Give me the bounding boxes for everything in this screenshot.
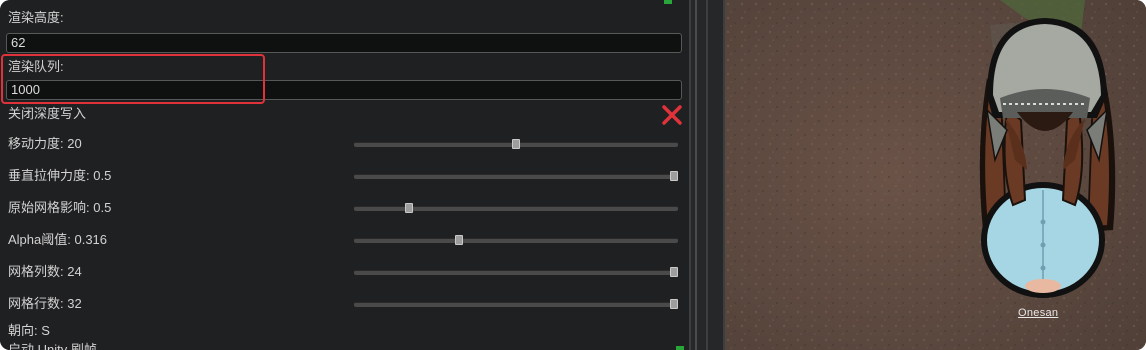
inspector-panel: 渲染高度: 62 渲染队列: 1000 关闭深度写入 移动力度: 20 垂直拉伸… <box>0 0 689 350</box>
grid-columns-label: 网格列数: 24 <box>8 264 82 279</box>
scrollbar-handle[interactable] <box>695 0 697 350</box>
disable-depth-write-label: 关闭深度写入 <box>8 106 87 121</box>
render-height-field[interactable]: 62 <box>6 33 682 53</box>
divider <box>706 0 708 350</box>
move-strength-label: 移动力度: 20 <box>8 136 82 151</box>
slider-thumb[interactable] <box>670 267 678 277</box>
slider-thumb[interactable] <box>512 139 520 149</box>
checkbox-checkmark-icon <box>664 0 672 4</box>
vertical-stretch-slider[interactable] <box>354 171 678 181</box>
slider-track <box>354 174 678 179</box>
vertical-stretch-label: 垂直拉伸力度: 0.5 <box>8 168 112 183</box>
close-x-icon[interactable] <box>661 104 683 126</box>
render-queue-field[interactable]: 1000 <box>6 80 682 100</box>
grid-rows-slider[interactable] <box>354 299 678 309</box>
slider-thumb[interactable] <box>455 235 463 245</box>
grid-columns-slider[interactable] <box>354 267 678 277</box>
slider-thumb[interactable] <box>670 171 678 181</box>
grid-rows-label: 网格行数: 32 <box>8 296 82 311</box>
slider-thumb[interactable] <box>405 203 413 213</box>
cut-off-label: 启动 Unity 刷帧 <box>8 342 97 350</box>
original-mesh-influence-slider[interactable] <box>354 203 678 213</box>
slider-track <box>354 206 678 211</box>
slider-track <box>354 302 678 307</box>
alpha-threshold-slider[interactable] <box>354 235 678 245</box>
scrollbar-track[interactable] <box>689 0 691 350</box>
render-height-label: 渲染高度: <box>8 10 64 25</box>
slider-thumb[interactable] <box>670 299 678 309</box>
original-mesh-influence-label: 原始网格影响: 0.5 <box>8 200 112 215</box>
slider-track <box>354 270 678 275</box>
scene-view[interactable] <box>725 0 1146 350</box>
move-strength-slider[interactable] <box>354 139 678 149</box>
panel-splitter[interactable] <box>689 0 725 350</box>
checkbox-checkmark-icon <box>676 346 684 350</box>
app-window: 渲染高度: 62 渲染队列: 1000 关闭深度写入 移动力度: 20 垂直拉伸… <box>0 0 1146 350</box>
alpha-threshold-label: Alpha阈值: 0.316 <box>8 232 108 247</box>
direction-label: 朝向: S <box>8 323 50 338</box>
slider-track <box>354 238 678 243</box>
game-scene-canvas <box>725 0 1146 350</box>
character-name-label[interactable]: Onesan <box>1018 307 1058 319</box>
render-queue-label: 渲染队列: <box>8 59 64 74</box>
